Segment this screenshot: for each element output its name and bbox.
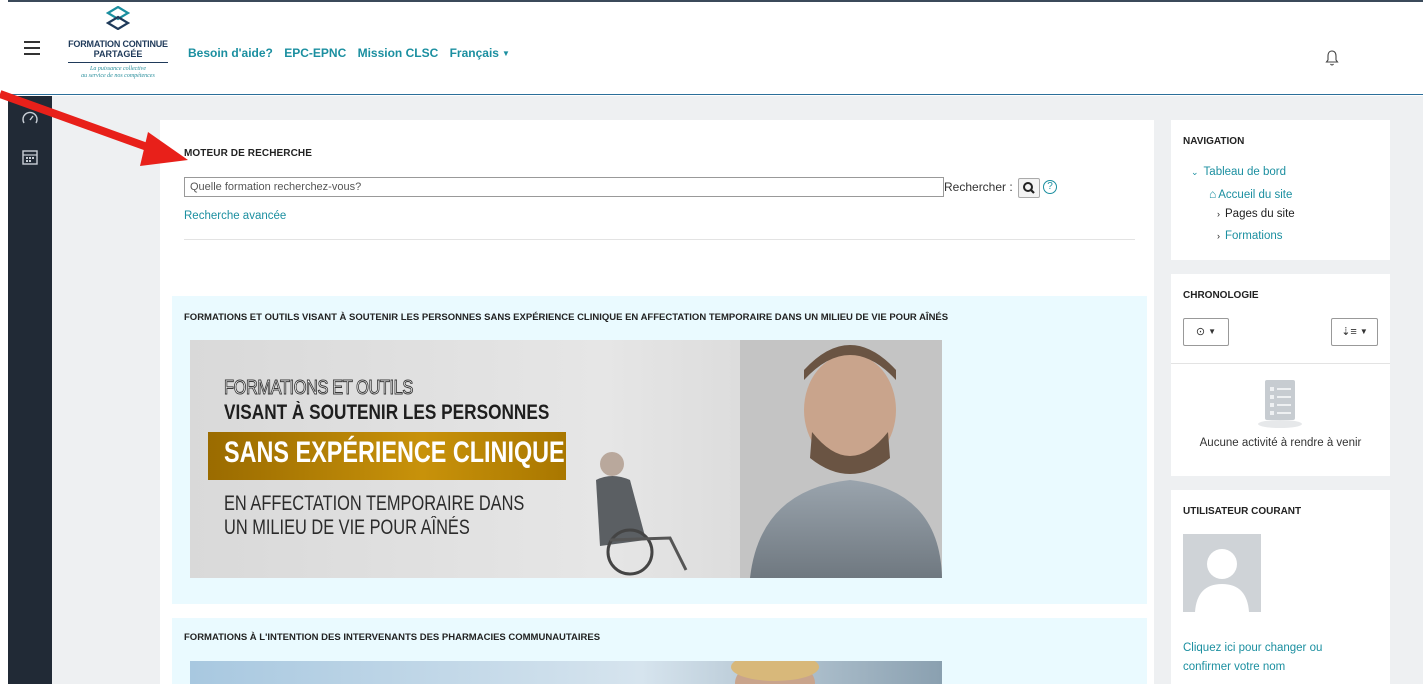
empty-list-icon <box>1258 380 1302 428</box>
top-nav: Besoin d'aide? EPC-EPNC Mission CLSC Fra… <box>188 46 526 60</box>
user-avatar[interactable] <box>1183 534 1261 612</box>
nav-item-label: Tableau de bord <box>1203 166 1287 178</box>
calendar-icon[interactable] <box>21 148 39 166</box>
timeline-title: CHRONOLOGIE <box>1183 290 1259 301</box>
banner-photo <box>731 661 819 684</box>
search-label: Rechercher : <box>944 180 1013 194</box>
change-name-link[interactable]: Cliquez ici pour changer ou <box>1183 642 1322 654</box>
current-user-block: UTILISATEUR COURANT Cliquez ici pour cha… <box>1171 490 1390 684</box>
home-icon: ⌂ <box>1209 187 1217 201</box>
section-banner-image[interactable]: FORMATIONS ET OUTILS VISANT À SOUTENIR L… <box>190 340 942 578</box>
course-section: FORMATIONS À L'INTENTION DES INTERVENANT… <box>172 618 1147 684</box>
course-search-input[interactable] <box>184 177 944 197</box>
notification-bell-icon[interactable] <box>1324 49 1340 67</box>
section-title: FORMATIONS À L'INTENTION DES INTERVENANT… <box>184 632 601 643</box>
logo-tagline2: au service de nos compétences <box>81 73 155 79</box>
nav-help-link[interactable]: Besoin d'aide? <box>188 46 273 60</box>
logo-rule <box>68 62 168 63</box>
banner-line5: UN MILIEU DE VIE POUR AÎNÉS <box>224 516 470 539</box>
section-banner-image[interactable] <box>190 661 942 684</box>
chevron-down-icon: ⌄ <box>1191 167 1199 177</box>
language-label: Français <box>449 46 499 60</box>
nav-epc-link[interactable]: EPC-EPNC <box>284 46 346 60</box>
banner-line1: FORMATIONS ET OUTILS <box>224 377 414 400</box>
nav-item-site-pages[interactable]: › Pages du site <box>1217 208 1295 220</box>
nav-item-label: Pages du site <box>1225 208 1295 220</box>
sort-icon: ⇣≡ <box>1341 326 1357 338</box>
timeline-filter-dropdown[interactable]: ⊙ ▼ <box>1183 318 1229 346</box>
banner-people-photo <box>596 340 942 578</box>
dashboard-icon[interactable] <box>21 110 39 128</box>
timeline-empty-message: Aucune activité à rendre à venir <box>1199 437 1362 449</box>
clock-icon: ⊙ <box>1195 326 1206 338</box>
timeline-block: CHRONOLOGIE ⊙ ▼ ⇣≡ ▼ Aucune activité à ren… <box>1171 274 1390 476</box>
logo-tagline1: La puissance collective <box>90 66 146 72</box>
advanced-search-link[interactable]: Recherche avancée <box>184 210 286 222</box>
left-gutter <box>0 0 8 684</box>
help-icon[interactable]: ? <box>1043 180 1057 194</box>
chevron-right-icon: › <box>1217 209 1220 219</box>
chevron-right-icon: › <box>1217 231 1220 241</box>
language-dropdown[interactable]: Français ▼ <box>450 46 518 60</box>
search-icon <box>1023 182 1035 194</box>
current-user-title: UTILISATEUR COURANT <box>1183 506 1302 517</box>
divider <box>184 239 1135 240</box>
navigation-title: NAVIGATION <box>1183 136 1245 147</box>
top-header: FORMATION CONTINUE PARTAGÉE La puissance… <box>8 2 1423 95</box>
left-sidebar <box>8 96 52 684</box>
caret-down-icon: ▼ <box>501 49 510 58</box>
nav-item-dashboard[interactable]: ⌄ Tableau de bord <box>1191 166 1286 178</box>
nav-item-label: Accueil du site <box>1218 189 1293 201</box>
change-name-link-line2[interactable]: confirmer votre nom <box>1183 661 1285 673</box>
timeline-sort-dropdown[interactable]: ⇣≡ ▼ <box>1331 318 1378 346</box>
menu-toggle-icon[interactable] <box>24 41 40 55</box>
site-logo[interactable]: FORMATION CONTINUE PARTAGÉE La puissance… <box>62 5 174 92</box>
nav-item-courses[interactable]: › Formations <box>1217 230 1283 242</box>
search-block-title: MOTEUR DE RECHERCHE <box>184 148 313 159</box>
logo-line2: PARTAGÉE <box>93 49 143 59</box>
course-section: FORMATIONS ET OUTILS VISANT À SOUTENIR L… <box>172 296 1147 604</box>
logo-line1: FORMATION CONTINUE <box>68 39 168 49</box>
section-title: FORMATIONS ET OUTILS VISANT À SOUTENIR L… <box>184 312 949 323</box>
banner-line2: VISANT À SOUTENIR LES PERSONNES <box>224 401 550 424</box>
search-button[interactable] <box>1018 178 1040 198</box>
nav-clsc-link[interactable]: Mission CLSC <box>358 46 439 60</box>
divider <box>1171 363 1390 364</box>
navigation-block: NAVIGATION ⌄ Tableau de bord ⌂ Accueil du … <box>1171 120 1390 260</box>
caret-down-icon: ▼ <box>1208 327 1217 336</box>
banner-line4: EN AFFECTATION TEMPORAIRE DANS <box>224 492 525 515</box>
caret-down-icon: ▼ <box>1359 327 1368 336</box>
nav-item-label: Formations <box>1225 230 1283 242</box>
nav-item-home[interactable]: ⌂ Accueil du site <box>1209 187 1292 201</box>
logo-mark-icon <box>105 5 131 31</box>
banner-line3: SANS EXPÉRIENCE CLINIQUE <box>224 436 565 469</box>
